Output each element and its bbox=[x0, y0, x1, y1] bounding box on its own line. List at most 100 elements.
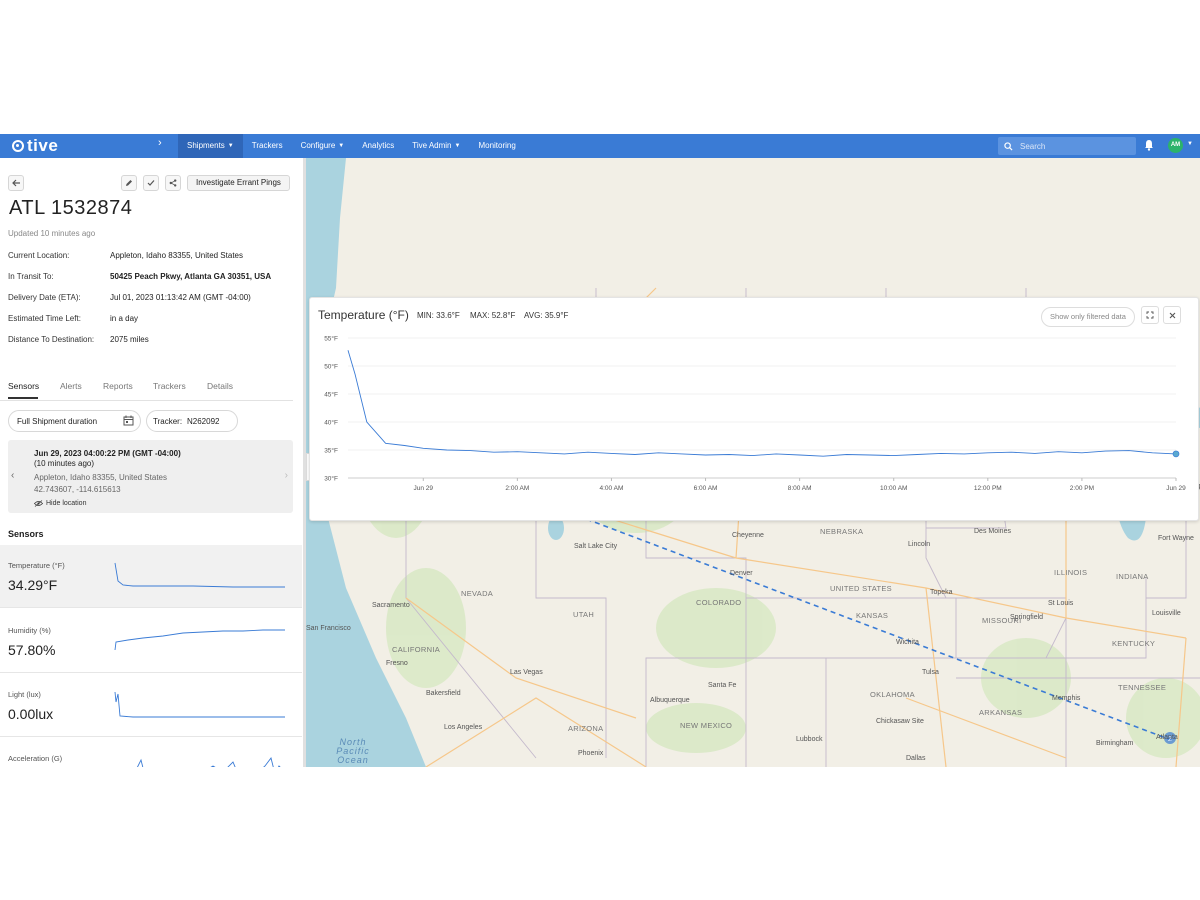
x-tick-label: 10:00 AM bbox=[880, 485, 907, 492]
nav-item-shipments[interactable]: Shipments ▼ bbox=[178, 134, 243, 158]
map-city-label: Fresno bbox=[386, 660, 408, 667]
ping-ago: (10 minutes ago) bbox=[34, 459, 95, 468]
calendar-icon bbox=[123, 415, 134, 426]
share-button[interactable] bbox=[165, 175, 181, 191]
info-label: Delivery Date (ETA): bbox=[8, 293, 81, 302]
tab-alerts[interactable]: Alerts bbox=[60, 381, 82, 391]
y-tick-label: 40°F bbox=[324, 419, 338, 427]
map-city-label: Tulsa bbox=[922, 669, 939, 676]
temperature-chart-panel: Temperature (°F) MIN: 33.6°F MAX: 52.8°F… bbox=[309, 297, 1199, 521]
back-button[interactable] bbox=[8, 175, 24, 191]
hide-location-link[interactable]: Hide location bbox=[46, 500, 86, 507]
tracker-selector[interactable]: Tracker: N262092 bbox=[146, 410, 238, 432]
shipment-detail-panel: Investigate Errant Pings ATL 1532874 Upd… bbox=[0, 158, 303, 767]
sensor-card[interactable]: Humidity (%) 57.80% bbox=[0, 610, 302, 673]
latest-reading-point[interactable] bbox=[1172, 450, 1180, 458]
map-state-label: UTAH bbox=[573, 610, 595, 619]
x-tick-label: 2:00 PM bbox=[1070, 485, 1094, 492]
map-city-label: Topeka bbox=[930, 589, 953, 596]
map-state-label: NEBRASKA bbox=[820, 527, 864, 536]
tive-logo-icon bbox=[12, 140, 24, 152]
prev-ping-chevron-icon[interactable]: ‹ bbox=[11, 470, 14, 481]
tracker-label: Tracker: bbox=[153, 417, 183, 426]
map-city-label: San Francisco bbox=[306, 625, 351, 632]
sensor-sparkline bbox=[114, 691, 285, 718]
nav-expand-chevron-icon[interactable]: › bbox=[158, 137, 162, 149]
sensor-card[interactable]: Temperature (°F) 34.29°F bbox=[0, 545, 302, 608]
info-value: Jul 01, 2023 01:13:42 AM (GMT -04:00) bbox=[110, 293, 251, 302]
active-tab-underline bbox=[8, 397, 38, 399]
detail-tabs: Sensors Alerts Reports Trackers Details bbox=[0, 378, 293, 401]
tab-sensors[interactable]: Sensors bbox=[8, 381, 39, 391]
map-ocean-label: North Pacific Ocean bbox=[336, 737, 370, 765]
eye-off-icon[interactable] bbox=[34, 500, 43, 507]
nav-item-label: Trackers bbox=[251, 141, 283, 150]
sensor-label: Temperature (°F) bbox=[8, 561, 65, 570]
tab-trackers[interactable]: Trackers bbox=[153, 381, 186, 391]
nav-item-configure[interactable]: Configure ▼ bbox=[292, 134, 354, 158]
chevron-down-icon: ▼ bbox=[227, 143, 234, 149]
complete-button[interactable] bbox=[143, 175, 159, 191]
sparkline-path bbox=[136, 756, 281, 767]
y-tick-label: 45°F bbox=[324, 391, 338, 399]
nav-item-label: Shipments bbox=[187, 141, 225, 150]
sensor-card[interactable]: Light (lux) 0.00lux bbox=[0, 674, 302, 737]
bell-icon[interactable] bbox=[1144, 139, 1154, 151]
map-city-label: Fort Wayne bbox=[1158, 535, 1194, 542]
ping-location: Appleton, Idaho 83355, United States bbox=[34, 473, 167, 482]
map-city-label: Atlanta bbox=[1156, 734, 1178, 741]
nav-item-trackers[interactable]: Trackers bbox=[243, 134, 292, 158]
map-state-label: KENTUCKY bbox=[1112, 639, 1156, 648]
info-label: Estimated Time Left: bbox=[8, 314, 81, 323]
duration-selector[interactable]: Full Shipment duration bbox=[8, 410, 141, 432]
info-label: Current Location: bbox=[8, 251, 70, 260]
sensor-card[interactable]: Acceleration (G)1.03G bbox=[0, 738, 302, 767]
map-city-label: Las Vegas bbox=[510, 669, 543, 676]
map-state-label: INDIANA bbox=[1116, 572, 1149, 581]
nav-item-label: Monitoring bbox=[478, 141, 516, 150]
map-city-label: Santa Fe bbox=[708, 682, 737, 689]
nav-item-analytics[interactable]: Analytics bbox=[353, 134, 403, 158]
map-city-label: Dallas bbox=[906, 755, 926, 762]
pencil-icon bbox=[126, 180, 132, 186]
map-city-label: Chickasaw Site bbox=[876, 718, 924, 725]
tab-details[interactable]: Details bbox=[207, 381, 233, 391]
x-tick-label: 8:00 AM bbox=[788, 485, 812, 492]
tive-logo[interactable]: tive bbox=[12, 135, 58, 157]
duration-label: Full Shipment duration bbox=[17, 417, 98, 426]
nav-item-monitoring[interactable]: Monitoring bbox=[469, 134, 524, 158]
x-tick-label: 4:00 AM bbox=[600, 485, 624, 492]
search-input[interactable] bbox=[1018, 140, 1132, 152]
sensor-sparkline bbox=[114, 562, 285, 588]
updated-timestamp: Updated 10 minutes ago bbox=[8, 229, 96, 238]
y-tick-label: 30°F bbox=[324, 475, 338, 483]
edit-button[interactable] bbox=[121, 175, 137, 191]
investigate-errant-pings-button[interactable]: Investigate Errant Pings bbox=[187, 175, 290, 191]
search-box[interactable] bbox=[998, 137, 1136, 155]
map-state-label: OKLAHOMA bbox=[870, 690, 915, 699]
user-avatar[interactable]: AM bbox=[1168, 138, 1183, 153]
check-icon bbox=[147, 180, 155, 186]
map-state-label: NEVADA bbox=[461, 589, 494, 598]
y-tick-label: 35°F bbox=[324, 447, 338, 455]
map-state-label: NEW MEXICO bbox=[680, 721, 733, 730]
shipment-title: ATL 1532874 bbox=[9, 197, 133, 219]
tab-reports[interactable]: Reports bbox=[103, 381, 133, 391]
info-value: Appleton, Idaho 83355, United States bbox=[110, 251, 243, 260]
search-icon bbox=[1004, 141, 1013, 151]
nav-item-label: Configure bbox=[300, 141, 336, 150]
next-ping-chevron-icon[interactable]: › bbox=[285, 470, 288, 481]
map-state-label: UNITED STATES bbox=[830, 584, 892, 593]
ping-info-card: ‹ › Jun 29, 2023 04:00:22 PM (GMT -04:00… bbox=[8, 440, 293, 513]
nav-item-tive-admin[interactable]: Tive Admin ▼ bbox=[403, 134, 469, 158]
map-state-label: ARIZONA bbox=[568, 724, 604, 733]
sparkline-path bbox=[114, 629, 285, 651]
avatar-chevron-down-icon[interactable]: ▼ bbox=[1187, 141, 1193, 147]
sensor-value: 34.29°F bbox=[8, 577, 58, 593]
y-tick-label: 55°F bbox=[324, 335, 338, 343]
tracker-id: N262092 bbox=[187, 417, 220, 426]
sensors-heading: Sensors bbox=[8, 529, 44, 539]
map-city-label: Springfield bbox=[1010, 614, 1044, 621]
x-tick-label: Jun 29 bbox=[414, 485, 434, 492]
sensor-label: Acceleration (G) bbox=[8, 754, 63, 763]
